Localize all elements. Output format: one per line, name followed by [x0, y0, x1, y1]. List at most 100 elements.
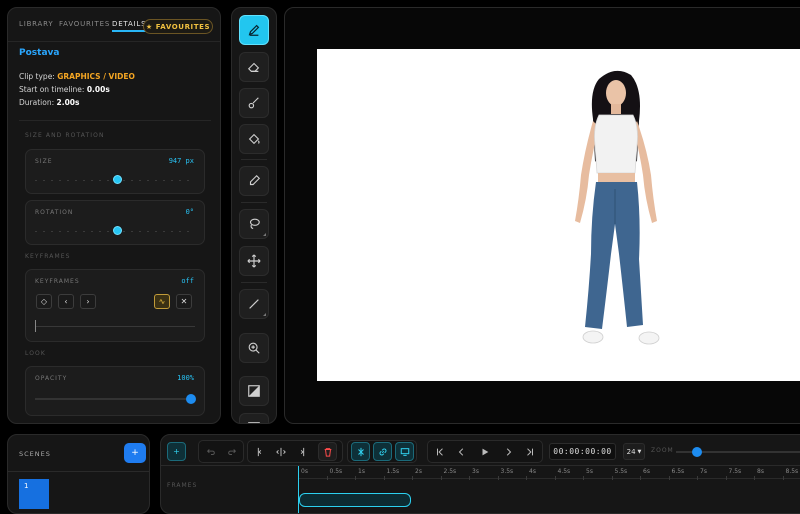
size-value[interactable]: 947 px [169, 157, 194, 165]
ruler-tick-label: 2.5s [443, 468, 457, 475]
ruler-tick-label: 0.5s [329, 468, 343, 475]
opacity-card: OPACITY 100% [25, 366, 205, 416]
chevron-left-icon [458, 447, 463, 456]
fill-tool-button[interactable] [239, 124, 269, 154]
stage-canvas[interactable] [317, 49, 800, 381]
tab-library[interactable]: LIBRARY [19, 20, 53, 28]
ruler-tick-label: 0s [301, 468, 308, 475]
timeline-panel: + 00:00:00:00 24 ▼ ZOOM FRAMES 0s 0.5s 1… [160, 434, 800, 514]
figure-midriff [598, 173, 635, 182]
panel-tabs: LIBRARY FAVOURITES DETAILS ★ FAVOURITES [8, 14, 220, 40]
submenu-indicator [263, 233, 266, 236]
trim-start-button[interactable] [250, 442, 269, 461]
delete-clip-button[interactable] [318, 442, 337, 461]
zoom-tool-button[interactable] [239, 333, 269, 363]
keyframe-playhead[interactable] [35, 320, 36, 332]
ruler-tick-label: 7.5s [728, 468, 742, 475]
tab-favourites[interactable]: FAVOURITES [59, 20, 110, 28]
prev-keyframe-button[interactable]: ‹ [58, 294, 74, 309]
eyedropper-tool-button[interactable] [239, 166, 269, 196]
undo-button[interactable] [201, 442, 220, 461]
add-scene-button[interactable]: + [124, 443, 146, 463]
tool-separator [241, 159, 267, 160]
tool-separator [241, 202, 267, 203]
rotation-slider-thumb[interactable] [113, 226, 122, 235]
ruler-tick-label: 2s [415, 468, 422, 475]
clear-keyframes-button[interactable]: ✕ [176, 294, 192, 309]
figure-shoe-right [638, 331, 660, 345]
opacity-slider-thumb[interactable] [186, 394, 196, 404]
trim-end-button[interactable] [292, 442, 311, 461]
scenes-divider [8, 471, 149, 472]
next-keyframe-button[interactable]: › [80, 294, 96, 309]
rotation-value[interactable]: 0° [186, 208, 194, 216]
ruler-tick-label: 8.5s [785, 468, 799, 475]
split-icon [275, 447, 286, 456]
eraser-icon [247, 62, 260, 72]
keyframes-card: KEYFRAMES off ◇ ‹ › ∿ ✕ [25, 269, 205, 342]
opacity-slider-track[interactable] [35, 398, 195, 400]
add-keyframe-button[interactable]: ◇ [36, 294, 52, 309]
add-layer-button[interactable]: + [167, 442, 186, 461]
size-slider-thumb[interactable] [113, 175, 122, 184]
go-to-start-button[interactable] [430, 442, 449, 461]
brush-tool-button[interactable] [239, 88, 269, 118]
diamond-icon: ◇ [40, 297, 48, 306]
easing-button[interactable]: ∿ [154, 294, 170, 309]
lasso-icon [249, 218, 260, 229]
keyframes-state[interactable]: off [181, 277, 194, 285]
chevron-right-icon: › [86, 297, 90, 306]
link-button[interactable] [373, 442, 392, 461]
size-rotation-section-label: SIZE AND ROTATION [25, 132, 105, 139]
favourites-button[interactable]: ★ FAVOURITES [143, 19, 213, 34]
go-to-end-button[interactable] [520, 442, 539, 461]
move-tool-button[interactable] [239, 246, 269, 276]
submenu-indicator [263, 313, 266, 316]
link-icon [379, 448, 386, 455]
panel-tool-button[interactable] [239, 413, 269, 423]
split-button[interactable] [271, 442, 290, 461]
keyframe-track[interactable] [35, 326, 195, 327]
next-frame-button[interactable] [498, 442, 517, 461]
time-ruler[interactable]: 0s 0.5s 1s 1.5s 2s 2.5s 3s 3.5s 4s 4.5s 5s 5.5s 6s 6.… [298, 466, 800, 480]
paint-bucket-icon [248, 133, 260, 145]
close-icon: ✕ [180, 297, 188, 306]
zoom-icon [248, 342, 260, 354]
timeline-clip[interactable] [299, 493, 411, 507]
figure-jeans [585, 182, 643, 329]
tab-details[interactable]: DETAILS [112, 20, 147, 32]
snap-button[interactable] [351, 442, 370, 461]
trim-start-icon [257, 447, 261, 456]
playhead[interactable] [298, 466, 299, 513]
panel-icon [248, 422, 260, 423]
scenes-panel: SCENES + 1 [7, 434, 150, 514]
scene-thumbnail[interactable]: 1 [19, 479, 49, 509]
preview-button[interactable] [395, 442, 414, 461]
eraser-tool-button[interactable] [239, 52, 269, 82]
ruler-tick-label: 3.5s [500, 468, 514, 475]
pen-tool-button[interactable] [239, 15, 269, 45]
look-section-label: LOOK [25, 350, 46, 357]
line-tool-button[interactable] [239, 289, 269, 319]
tool-separator [241, 282, 267, 283]
fps-select[interactable]: 24 ▼ [623, 443, 645, 460]
prev-frame-button[interactable] [452, 442, 471, 461]
figure-neck [611, 104, 621, 114]
zoom-slider-thumb[interactable] [692, 447, 702, 457]
ruler-tick [469, 476, 470, 480]
gradient-tool-button[interactable] [239, 376, 269, 406]
duration-value: 2.00s [56, 98, 80, 107]
pen-icon [248, 24, 260, 36]
lasso-tool-button[interactable] [239, 209, 269, 239]
character-figure[interactable] [317, 49, 800, 381]
magnet-icon [357, 447, 364, 456]
rotation-card: ROTATION 0° [25, 200, 205, 245]
play-button[interactable] [475, 442, 494, 461]
redo-button[interactable] [222, 442, 241, 461]
ruler-tick [725, 476, 727, 480]
ruler-tick [412, 476, 413, 480]
timecode-display[interactable]: 00:00:00:00 [549, 443, 616, 460]
zoom-label: ZOOM [651, 447, 674, 454]
opacity-value[interactable]: 100% [177, 374, 194, 382]
scenes-label: SCENES [19, 450, 51, 458]
